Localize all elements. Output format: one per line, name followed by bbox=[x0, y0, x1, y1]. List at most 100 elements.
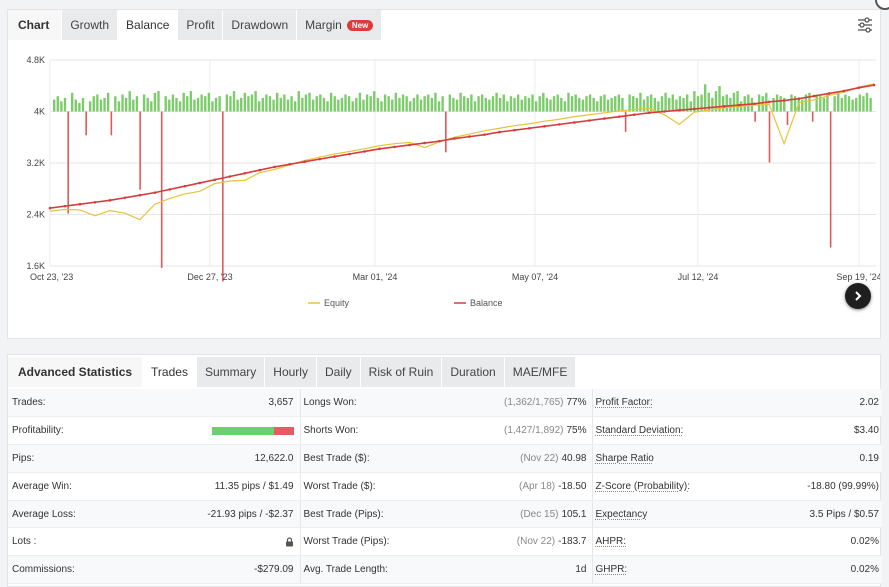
stat-label-link[interactable]: Profit Factor: bbox=[596, 397, 653, 408]
daily-bar bbox=[531, 94, 534, 112]
daily-bar bbox=[340, 97, 344, 112]
daily-bar bbox=[833, 96, 836, 112]
stat-label-link[interactable]: Standard Deviation: bbox=[596, 425, 684, 436]
daily-bar bbox=[329, 92, 333, 112]
tab-profit[interactable]: Profit bbox=[178, 10, 224, 40]
stat-value: -183.7 bbox=[558, 536, 587, 548]
series-point bbox=[797, 97, 801, 100]
daily-bar bbox=[463, 96, 466, 112]
stat-cell: GHPR: 0.02% bbox=[591, 555, 882, 585]
daily-bar bbox=[132, 99, 135, 112]
daily-bar bbox=[430, 97, 434, 112]
daily-bar bbox=[175, 97, 178, 112]
daily-bar bbox=[337, 99, 340, 112]
daily-bar bbox=[387, 96, 390, 112]
daily-bar bbox=[344, 94, 347, 112]
stat-label-link[interactable]: Sharpe Ratio bbox=[596, 453, 654, 464]
sliders-icon[interactable] bbox=[856, 16, 874, 34]
daily-bar bbox=[106, 92, 110, 112]
daily-bar bbox=[128, 91, 131, 112]
daily-bar bbox=[308, 92, 311, 112]
tab-summary[interactable]: Summary bbox=[196, 357, 266, 387]
daily-bar bbox=[524, 96, 527, 112]
daily-bar bbox=[786, 111, 789, 126]
daily-bar bbox=[373, 91, 376, 112]
series-point bbox=[543, 125, 546, 128]
daily-bar bbox=[516, 94, 520, 112]
series-point bbox=[318, 157, 321, 161]
daily-bar bbox=[646, 96, 649, 112]
series-point bbox=[408, 143, 411, 147]
tab-duration[interactable]: Duration bbox=[442, 357, 505, 387]
series-point bbox=[513, 128, 516, 132]
series-point bbox=[303, 160, 306, 164]
stat-label-link[interactable]: Expectancy bbox=[596, 509, 648, 520]
stat-label: Shorts Won: bbox=[303, 425, 359, 437]
series-point bbox=[857, 86, 861, 89]
table-row: Average Loss: -21.93 pips / -$2.37 Best T… bbox=[8, 500, 882, 529]
chart-grid bbox=[49, 59, 876, 267]
daily-bar bbox=[290, 96, 293, 112]
daily-bar bbox=[200, 94, 203, 112]
series-point bbox=[453, 137, 456, 140]
stat-label-link[interactable]: GHPR: bbox=[596, 564, 628, 575]
daily-bar bbox=[258, 101, 261, 112]
daily-bar bbox=[92, 96, 95, 112]
profitability-win-fill bbox=[211, 426, 274, 435]
daily-bar bbox=[617, 94, 621, 112]
chevron-right-icon[interactable] bbox=[845, 283, 871, 309]
series-point bbox=[288, 162, 292, 166]
new-badge: New bbox=[346, 19, 374, 31]
tab-mae-mfe[interactable]: MAE/MFE bbox=[504, 357, 577, 387]
daily-bar bbox=[265, 94, 268, 112]
tab-margin[interactable]: Margin New bbox=[297, 10, 383, 40]
daily-bar bbox=[427, 94, 430, 112]
daily-bar bbox=[779, 96, 782, 112]
x-tick-label: Dec 27, '23 bbox=[187, 272, 232, 282]
daily-bar bbox=[567, 92, 570, 112]
daily-bar bbox=[542, 92, 545, 112]
daily-bar bbox=[657, 101, 660, 112]
tab-growth[interactable]: Growth bbox=[62, 10, 119, 40]
series-point bbox=[573, 121, 576, 124]
daily-bar bbox=[452, 97, 455, 112]
stat-label: Avg. Trade Length: bbox=[303, 564, 388, 576]
daily-bar bbox=[182, 92, 185, 112]
daily-bar bbox=[642, 99, 646, 112]
daily-bar bbox=[549, 99, 552, 112]
tab-daily[interactable]: Daily bbox=[316, 357, 361, 387]
table-row: Commissions: -$279.09 Avg. Trade Length: … bbox=[8, 555, 882, 585]
daily-bar bbox=[268, 96, 272, 112]
daily-bar bbox=[811, 111, 814, 122]
tab-trades[interactable]: Trades bbox=[143, 357, 197, 387]
stat-label: Best Trade ($): bbox=[303, 452, 370, 464]
daily-bar bbox=[851, 99, 854, 112]
stat-label-link[interactable]: Z-Score (Probability): bbox=[596, 481, 690, 492]
daily-bar bbox=[283, 94, 286, 112]
daily-bar bbox=[315, 96, 318, 112]
table-row: Average Win: 11.35 pips / $1.49 Worst Tra… bbox=[8, 472, 882, 501]
daily-bar bbox=[297, 91, 300, 112]
daily-bar bbox=[333, 96, 336, 112]
daily-bar bbox=[653, 97, 657, 112]
series-point bbox=[333, 155, 336, 158]
tab-hourly[interactable]: Hourly bbox=[265, 357, 317, 387]
stat-label: Worst Trade ($): bbox=[303, 480, 376, 492]
series-point bbox=[812, 94, 816, 98]
daily-bar bbox=[243, 92, 247, 112]
tab-risk-of-ruin[interactable]: Risk of Ruin bbox=[360, 357, 443, 387]
series-point bbox=[123, 196, 127, 200]
chart-panel: Chart Growth Balance Profit Drawdown Mar… bbox=[7, 9, 881, 339]
series-point bbox=[483, 133, 486, 136]
daily-bar bbox=[470, 94, 473, 112]
series-point bbox=[213, 178, 217, 182]
stat-label-link[interactable]: AHPR: bbox=[596, 536, 627, 547]
daily-bar bbox=[581, 99, 585, 112]
daily-bar bbox=[790, 94, 793, 112]
daily-bar bbox=[70, 92, 74, 112]
tab-drawdown[interactable]: Drawdown bbox=[223, 10, 298, 40]
daily-bar bbox=[736, 91, 739, 112]
series-point bbox=[588, 119, 591, 122]
daily-bar bbox=[585, 96, 588, 112]
tab-balance[interactable]: Balance bbox=[118, 10, 179, 40]
